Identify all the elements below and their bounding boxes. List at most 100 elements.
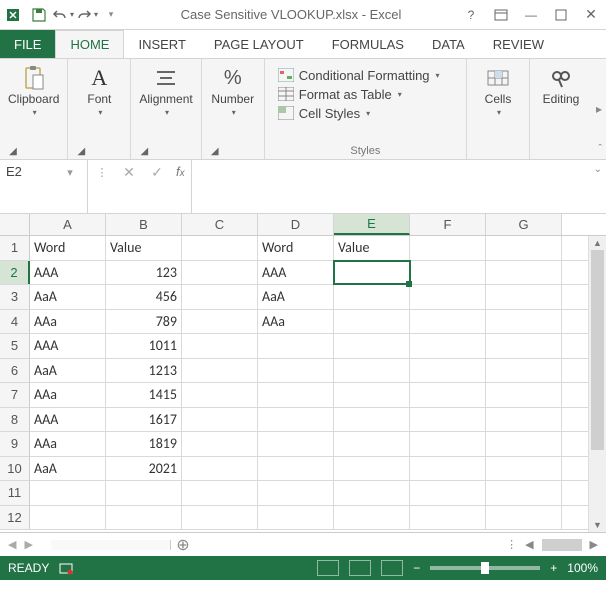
- zoom-slider[interactable]: [430, 566, 540, 570]
- cell-D2[interactable]: AAA: [258, 261, 334, 285]
- cell-G11[interactable]: [486, 481, 562, 505]
- tab-insert[interactable]: INSERT: [124, 30, 199, 58]
- maximize-button[interactable]: [546, 1, 576, 29]
- row-header[interactable]: 11: [0, 481, 30, 505]
- cell-E3[interactable]: [334, 285, 410, 309]
- paste-button[interactable]: Clipboard ▾: [6, 63, 61, 119]
- cells-button[interactable]: Cells ▾: [473, 63, 523, 119]
- cell-B11[interactable]: [106, 481, 182, 505]
- cell-F4[interactable]: [410, 310, 486, 334]
- close-button[interactable]: ✕: [576, 1, 606, 29]
- cell-B5[interactable]: 1011: [106, 334, 182, 358]
- tab-review[interactable]: REVIEW: [479, 30, 558, 58]
- cell-B12[interactable]: [106, 506, 182, 530]
- conditional-formatting-button[interactable]: Conditional Formatting▾: [277, 67, 454, 83]
- cell-G6[interactable]: [486, 359, 562, 383]
- cell-E2[interactable]: [334, 261, 410, 285]
- alignment-launcher[interactable]: ◢: [137, 143, 151, 157]
- cell-B8[interactable]: 1617: [106, 408, 182, 432]
- sheet-next-icon[interactable]: ▶: [24, 538, 32, 551]
- excel-app-icon[interactable]: [4, 4, 26, 26]
- cell-F1[interactable]: [410, 236, 486, 260]
- cell-D3[interactable]: AaA: [258, 285, 334, 309]
- row-header[interactable]: 2: [0, 261, 30, 285]
- cell-F11[interactable]: [410, 481, 486, 505]
- cell-D4[interactable]: AAa: [258, 310, 334, 334]
- cell-D7[interactable]: [258, 383, 334, 407]
- cell-C8[interactable]: [182, 408, 258, 432]
- tab-home[interactable]: HOME: [55, 30, 124, 58]
- cell-D12[interactable]: [258, 506, 334, 530]
- scroll-down-icon[interactable]: ▼: [589, 520, 606, 530]
- zoom-in-button[interactable]: +: [550, 561, 557, 575]
- row-header[interactable]: 3: [0, 285, 30, 309]
- sheet-tab-area[interactable]: [51, 540, 171, 550]
- cell-A8[interactable]: AAA: [30, 408, 106, 432]
- cell-E9[interactable]: [334, 432, 410, 456]
- cell-C7[interactable]: [182, 383, 258, 407]
- cell-A11[interactable]: [30, 481, 106, 505]
- number-launcher[interactable]: ◢: [208, 143, 222, 157]
- expand-formula-bar-icon[interactable]: ⌄: [594, 164, 602, 175]
- cell-B4[interactable]: 789: [106, 310, 182, 334]
- cell-A5[interactable]: AAA: [30, 334, 106, 358]
- cell-E5[interactable]: [334, 334, 410, 358]
- cell-E6[interactable]: [334, 359, 410, 383]
- cell-B10[interactable]: 2021: [106, 457, 182, 481]
- cell-A9[interactable]: AAa: [30, 432, 106, 456]
- cell-D11[interactable]: [258, 481, 334, 505]
- cell-C3[interactable]: [182, 285, 258, 309]
- cell-C2[interactable]: [182, 261, 258, 285]
- cell-F7[interactable]: [410, 383, 486, 407]
- column-header-G[interactable]: G: [486, 214, 562, 235]
- ribbon-display-options-icon[interactable]: [486, 1, 516, 29]
- name-box-dropdown-icon[interactable]: ▾: [62, 164, 78, 180]
- cell-C12[interactable]: [182, 506, 258, 530]
- tab-formulas[interactable]: FORMULAS: [318, 30, 418, 58]
- cell-B9[interactable]: 1819: [106, 432, 182, 456]
- column-header-A[interactable]: A: [30, 214, 106, 235]
- row-header[interactable]: 6: [0, 359, 30, 383]
- cell-E11[interactable]: [334, 481, 410, 505]
- cell-C1[interactable]: [182, 236, 258, 260]
- minimize-button[interactable]: —: [516, 1, 546, 29]
- cell-styles-button[interactable]: Cell Styles▾: [277, 105, 454, 121]
- vertical-scrollbar[interactable]: ▲ ▼: [588, 236, 606, 532]
- row-header[interactable]: 9: [0, 432, 30, 456]
- cell-F10[interactable]: [410, 457, 486, 481]
- row-header[interactable]: 4: [0, 310, 30, 334]
- save-icon[interactable]: [28, 4, 50, 26]
- tab-file[interactable]: FILE: [0, 30, 55, 58]
- undo-icon[interactable]: ▾: [52, 4, 74, 26]
- scroll-left-icon[interactable]: ◀: [525, 538, 533, 551]
- cell-B6[interactable]: 1213: [106, 359, 182, 383]
- cell-E12[interactable]: [334, 506, 410, 530]
- cell-F5[interactable]: [410, 334, 486, 358]
- row-header[interactable]: 5: [0, 334, 30, 358]
- scrollbar-thumb[interactable]: [591, 250, 604, 450]
- column-header-B[interactable]: B: [106, 214, 182, 235]
- horizontal-scrollbar[interactable]: ⋮◀ ▶: [195, 538, 606, 551]
- row-header[interactable]: 1: [0, 236, 30, 260]
- column-header-C[interactable]: C: [182, 214, 258, 235]
- cell-C10[interactable]: [182, 457, 258, 481]
- cell-G1[interactable]: [486, 236, 562, 260]
- zoom-out-button[interactable]: −: [413, 561, 420, 575]
- cell-C4[interactable]: [182, 310, 258, 334]
- cell-F2[interactable]: [410, 261, 486, 285]
- macro-record-icon[interactable]: [59, 561, 73, 575]
- cell-G10[interactable]: [486, 457, 562, 481]
- cell-A4[interactable]: AAa: [30, 310, 106, 334]
- clipboard-launcher[interactable]: ◢: [6, 143, 20, 157]
- cell-A3[interactable]: AaA: [30, 285, 106, 309]
- cell-A12[interactable]: [30, 506, 106, 530]
- select-all-button[interactable]: [0, 214, 30, 235]
- tab-data[interactable]: DATA: [418, 30, 479, 58]
- cell-C11[interactable]: [182, 481, 258, 505]
- column-header-F[interactable]: F: [410, 214, 486, 235]
- column-header-D[interactable]: D: [258, 214, 334, 235]
- cell-D6[interactable]: [258, 359, 334, 383]
- customize-qat-icon[interactable]: ▾: [100, 4, 122, 26]
- cell-G5[interactable]: [486, 334, 562, 358]
- cell-D8[interactable]: [258, 408, 334, 432]
